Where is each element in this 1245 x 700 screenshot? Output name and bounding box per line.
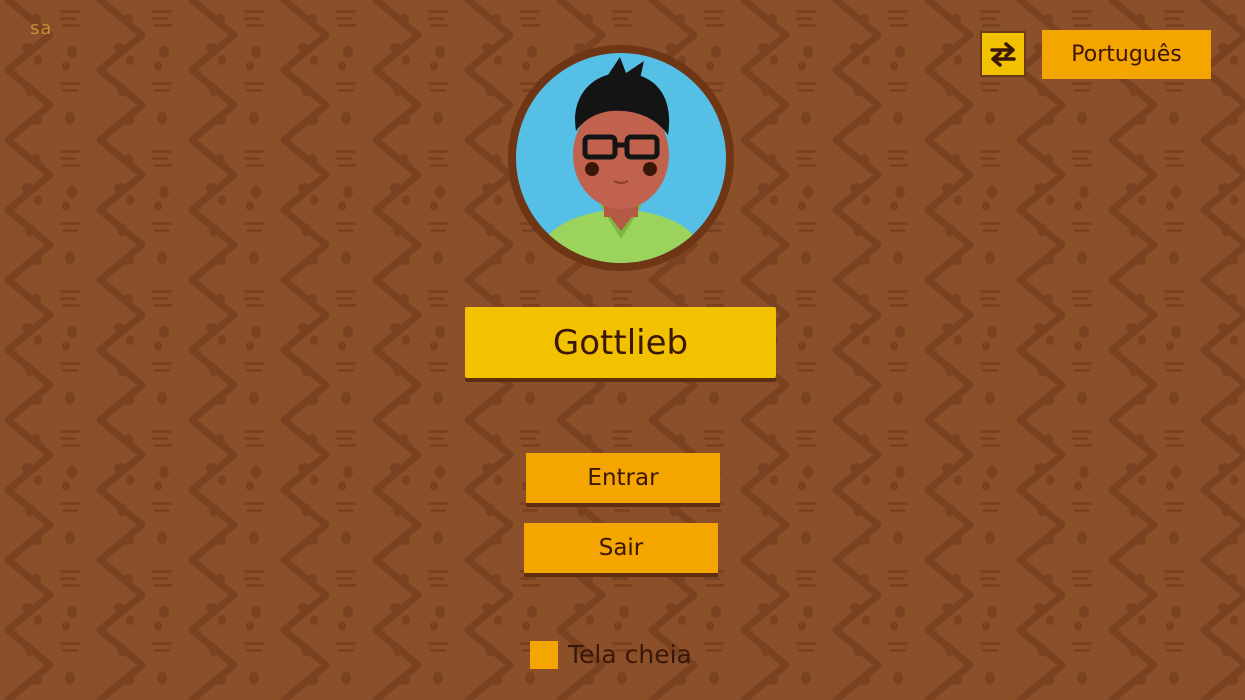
fullscreen-checkbox[interactable] xyxy=(530,640,558,669)
avatar-frame xyxy=(508,45,734,271)
fullscreen-toggle[interactable]: Tela cheia xyxy=(530,640,692,669)
enter-button[interactable]: Entrar xyxy=(526,453,720,503)
corner-tag: sa xyxy=(30,18,53,39)
swap-language-button[interactable] xyxy=(980,31,1026,77)
fullscreen-label: Tela cheia xyxy=(568,640,692,669)
player-name: Gottlieb xyxy=(465,307,776,378)
exit-button[interactable]: Sair xyxy=(524,523,718,573)
boy-with-glasses-avatar xyxy=(536,57,706,263)
language-button[interactable]: Português xyxy=(1042,30,1211,79)
avatar xyxy=(516,53,726,263)
swap-arrows-icon xyxy=(990,42,1016,67)
